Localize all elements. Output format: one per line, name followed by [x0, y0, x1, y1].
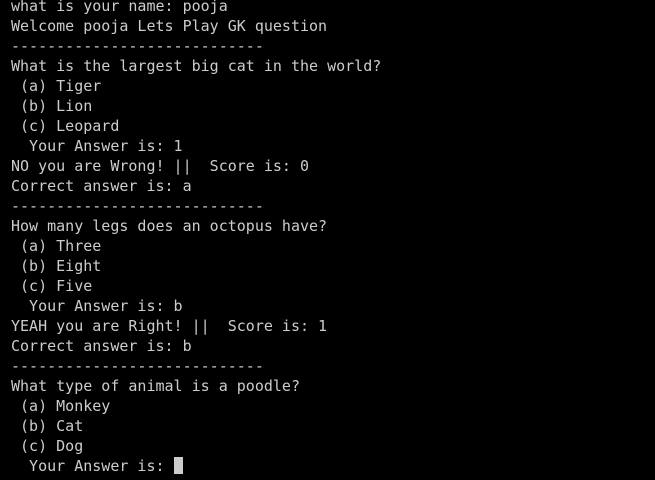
- question-text: How many legs does an octopus have?: [11, 217, 328, 235]
- result-line: NO you are Wrong! || Score is: 0: [11, 157, 310, 175]
- correct-answer-line: Correct answer is: b: [11, 337, 192, 355]
- separator-line: ----------------------------: [11, 37, 264, 55]
- separator-line: ----------------------------: [11, 197, 264, 215]
- correct-answer-line: Correct answer is: a: [11, 177, 192, 195]
- option-line: (b) Lion: [11, 97, 93, 115]
- question-text: What is the largest big cat in the world…: [11, 57, 382, 75]
- option-line: (c) Dog: [11, 437, 84, 455]
- terminal-line: Welcome pooja Lets Play GK question: [11, 17, 328, 35]
- terminal-line: what is your name: pooja: [11, 0, 228, 15]
- result-line: YEAH you are Right! || Score is: 1: [11, 317, 328, 335]
- question-text: What type of animal is a poodle?: [11, 377, 300, 395]
- option-line: (a) Monkey: [11, 397, 111, 415]
- answer-line: Your Answer is: 1: [11, 137, 183, 155]
- option-line: (a) Tiger: [11, 77, 102, 95]
- option-line: (b) Eight: [11, 257, 102, 275]
- separator-line: ----------------------------: [11, 357, 264, 375]
- option-line: (b) Cat: [11, 417, 84, 435]
- text-cursor[interactable]: [173, 457, 183, 474]
- option-line: (a) Three: [11, 237, 102, 255]
- answer-prompt-line[interactable]: Your Answer is:: [11, 456, 655, 476]
- answer-prompt: Your Answer is:: [11, 457, 174, 475]
- answer-line: Your Answer is: b: [11, 297, 183, 315]
- option-line: (c) Five: [11, 277, 93, 295]
- terminal-output: what is your name: pooja Welcome pooja L…: [0, 0, 655, 476]
- option-line: (c) Leopard: [11, 117, 120, 135]
